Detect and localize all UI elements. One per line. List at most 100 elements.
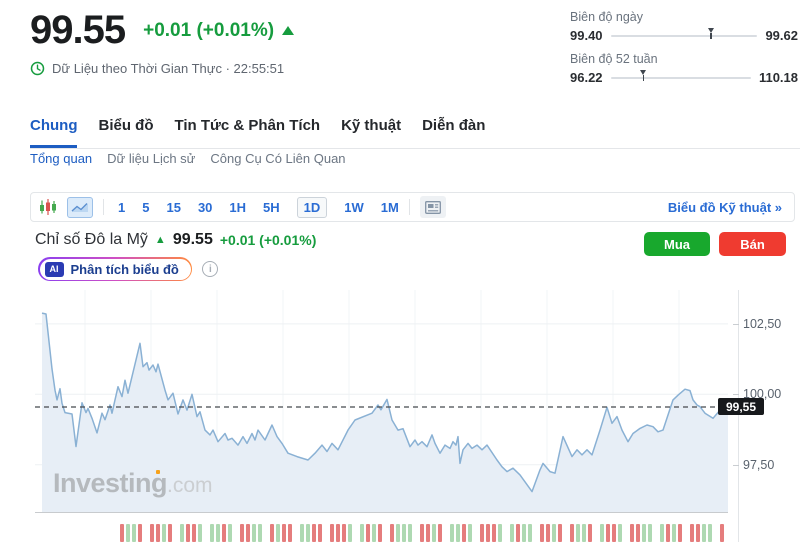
current-price: 99.55 [30,8,125,53]
volume-bar-green [642,524,646,542]
clock-icon [30,61,45,76]
volume-bar-red [342,524,346,542]
volume-bar-red [426,524,430,542]
volume-bar-green [528,524,532,542]
volume-bar-green [210,524,214,542]
ai-analyze-chart-button[interactable]: AI Phân tích biểu đồ [38,257,192,281]
volume-bar-red [540,524,544,542]
volume-bar-green [702,524,706,542]
timeframe-5h[interactable]: 5H [263,200,280,215]
volume-bar-red [486,524,490,542]
volume-bar-red [150,524,154,542]
volume-bar-green [372,524,376,542]
tab-diễn-đàn[interactable]: Diễn đàn [422,113,485,148]
instrument-up-arrow-icon: ▲ [155,234,166,246]
subtab-tổng-quan[interactable]: Tổng quan [30,151,92,166]
timeframe-30[interactable]: 30 [198,200,212,215]
volume-bar-green [300,524,304,542]
volume-bar-green [306,524,310,542]
instrument-name: Chỉ số Đô la Mỹ [35,231,148,249]
range-low: 96.22 [570,70,603,85]
subtab-dữ-liệu-lịch-sử[interactable]: Dữ liệu Lịch sử [107,151,195,166]
volume-bar-red [168,524,172,542]
timeframe-1d[interactable]: 1D [297,197,328,218]
range-label: Biên độ 52 tuần [570,52,798,66]
volume-bar-green [576,524,580,542]
volume-bar-green [348,524,352,542]
volume-bar-green [408,524,412,542]
technical-chart-link[interactable]: Biểu đồ Kỹ thuật » [668,200,782,215]
volume-bar-red [546,524,550,542]
range-track [611,77,751,79]
volume-bar-red [588,524,592,542]
volume-bar-red [330,524,334,542]
up-triangle-icon [282,26,294,35]
tab-kỹ-thuật[interactable]: Kỹ thuật [341,113,401,148]
toolbar-divider [409,199,410,215]
sub-tabs: Tổng quan Dữ liệu Lịch sử Công Cụ Có Liên … [30,151,346,166]
volume-bar-green [216,524,220,542]
volume-bar-red [156,524,160,542]
timeframe-1m[interactable]: 1M [381,200,399,215]
volume-bar-red [570,524,574,542]
volume-bar-green [510,524,514,542]
volume-bar-red [636,524,640,542]
realtime-row: Dữ Liệu theo Thời Gian Thực · 22:55:51 [30,61,284,76]
volume-bar-red [462,524,466,542]
ai-analyze-label: Phân tích biểu đồ [71,262,179,277]
range-high: 99.62 [765,28,798,43]
volume-bar-green [708,524,712,542]
area-chart-icon[interactable] [67,197,93,218]
volume-bar-green [402,524,406,542]
volume-bar-green [618,524,622,542]
volume-bar-red [492,524,496,542]
range-label: Biên độ ngày [570,10,798,24]
volume-bar-green [672,524,676,542]
news-layout-icon[interactable] [420,196,446,218]
volume-bar-red [666,524,670,542]
range-high: 110.18 [759,70,798,85]
volume-bars-strip [120,524,726,542]
volume-bar-red [366,524,370,542]
volume-bar-red [420,524,424,542]
range-block-0: Biên độ ngày 99.40 99.62 [570,10,798,43]
volume-bar-red [516,524,520,542]
info-icon[interactable]: i [202,261,218,277]
volume-bar-green [258,524,262,542]
volume-bar-green [468,524,472,542]
timeframe-1h[interactable]: 1H [229,200,246,215]
sell-button[interactable]: Bán [719,232,786,256]
volume-bar-green [456,524,460,542]
volume-bar-red [192,524,196,542]
ai-row: AI Phân tích biểu đồ i [38,257,218,281]
candlestick-chart-icon[interactable] [39,198,57,216]
subtab-công-cụ-có-liên-quan[interactable]: Công Cụ Có Liên Quan [210,151,345,166]
tab-biểu-đồ[interactable]: Biểu đồ [98,113,153,148]
volume-bar-red [678,524,682,542]
volume-bar-green [498,524,502,542]
instrument-price: 99.55 [173,231,213,249]
volume-bar-red [246,524,250,542]
instrument-overview-page: 99.55 +0.01 (+0.01%) Dữ Liệu theo Thời G… [0,0,800,542]
volume-bar-green [132,524,136,542]
instrument-change: +0.01 (+0.01%) [220,232,317,248]
volume-bar-red [312,524,316,542]
volume-bar-green [522,524,526,542]
volume-bar-green [162,524,166,542]
timeframe-15[interactable]: 15 [166,200,180,215]
timeframe-5[interactable]: 5 [142,200,149,215]
price-chart[interactable]: Investing .com [35,290,728,513]
volume-bar-red [222,524,226,542]
y-axis-line [738,290,739,542]
buy-button[interactable]: Mua [644,232,710,256]
y-tick-label: 97,50 [743,458,774,472]
volume-bar-red [378,524,382,542]
range-marker-icon [639,70,648,81]
timeframe-1w[interactable]: 1W [344,200,364,215]
volume-bar-green [552,524,556,542]
volume-bar-green [582,524,586,542]
timeframe-1[interactable]: 1 [118,200,125,215]
tab-chung[interactable]: Chung [30,113,77,148]
volume-bar-red [270,524,274,542]
tab-tin-tức-&-phân-tích[interactable]: Tin Tức & Phân Tích [174,113,320,148]
